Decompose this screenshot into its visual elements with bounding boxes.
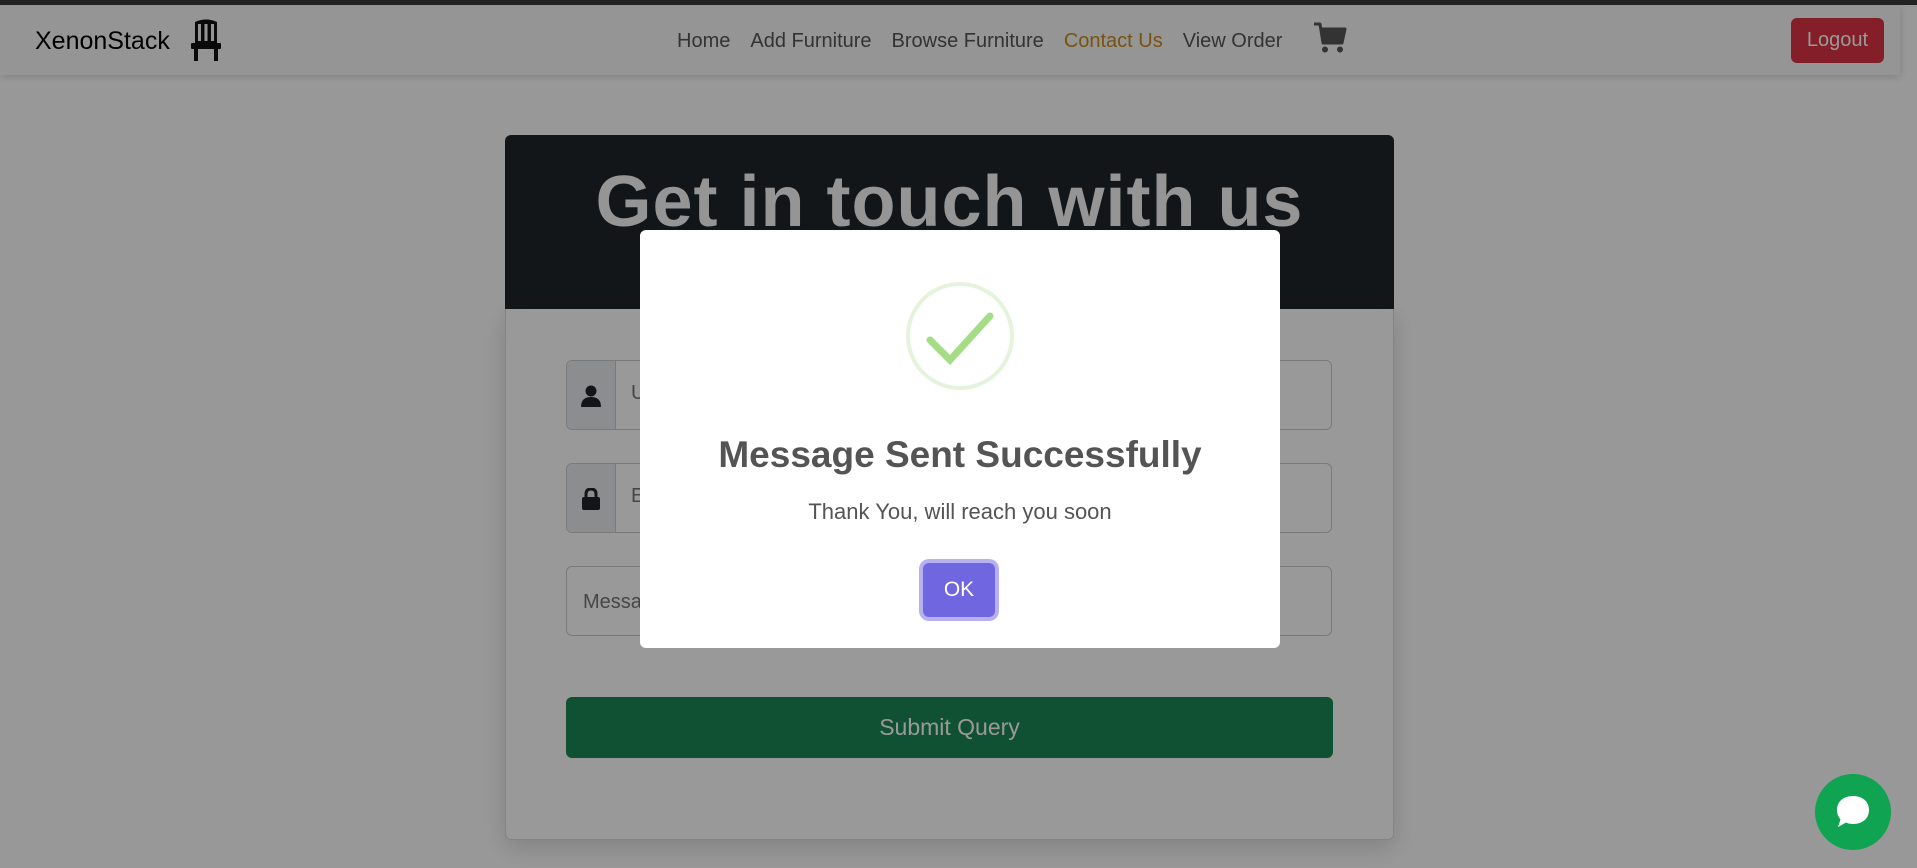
chat-icon — [1837, 796, 1869, 827]
chat-widget-button[interactable] — [1815, 774, 1891, 850]
ok-button[interactable]: OK — [923, 563, 995, 617]
dialog-title: Message Sent Successfully — [718, 434, 1202, 475]
success-check-icon — [906, 282, 1014, 390]
success-dialog: Message Sent Successfully Thank You, wil… — [640, 230, 1280, 648]
dialog-text: Thank You, will reach you soon — [808, 499, 1112, 524]
